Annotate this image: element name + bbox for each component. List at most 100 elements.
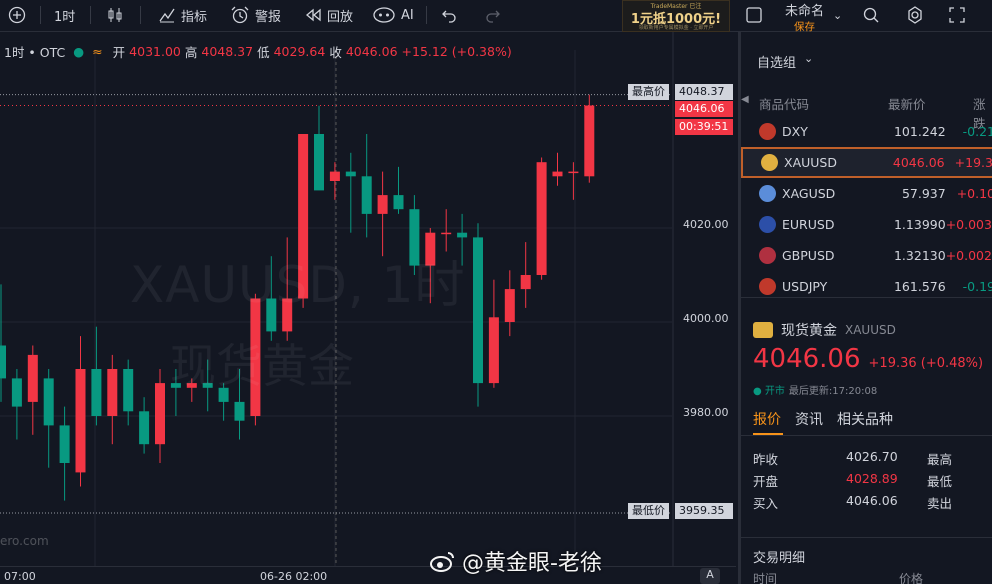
interval-label: 1时 bbox=[54, 9, 76, 25]
candle-body bbox=[11, 378, 22, 407]
promo-banner[interactable]: TradeMaster 已注 1元抵1000元! 领取新用户专属模拟金 · 立即… bbox=[622, 0, 730, 32]
watchlist-selector[interactable]: 自选组 ⌄ bbox=[757, 52, 813, 71]
candle-body bbox=[91, 369, 102, 416]
watchlist-row[interactable]: DXY 101.242 -0.21 bbox=[741, 116, 992, 147]
tab-related[interactable]: 相关品种 bbox=[837, 409, 893, 429]
flag-icon bbox=[759, 216, 776, 233]
x-tick: 07:00 bbox=[4, 570, 36, 583]
ai-label: AI bbox=[401, 7, 414, 23]
candle-body bbox=[123, 369, 134, 412]
ai-button[interactable]: AI bbox=[372, 4, 414, 26]
detail-price-block: 4046.06 +19.36 (+0.48%) bbox=[753, 344, 983, 374]
indicators-label: 指标 bbox=[181, 9, 208, 25]
brand-watermark: ero.com bbox=[0, 534, 49, 548]
settings-button[interactable] bbox=[905, 4, 925, 26]
legend-open-label: 开 bbox=[112, 45, 126, 60]
fullscreen-button[interactable] bbox=[948, 4, 966, 26]
weibo-handle: @黄金眼-老徐 bbox=[462, 551, 602, 576]
quick-search-button[interactable] bbox=[862, 4, 880, 26]
detail-price: 4046.06 bbox=[753, 344, 861, 374]
candle-body bbox=[488, 317, 499, 384]
legend-symbol: 1时 • OTC bbox=[4, 45, 66, 60]
last-updated: 最后更新:17:20:08 bbox=[788, 386, 878, 397]
quote-row: 买入 4046.06 卖出 bbox=[753, 493, 992, 513]
row-last: 101.242 bbox=[893, 124, 946, 139]
undo-button[interactable] bbox=[440, 4, 458, 26]
candle-body bbox=[139, 411, 150, 445]
row-last: 57.937 bbox=[901, 186, 946, 201]
row-symbol: XAUUSD bbox=[784, 155, 837, 170]
layout-name[interactable]: 未命名 保存 bbox=[782, 0, 827, 34]
interval-button[interactable]: 1时 bbox=[54, 4, 75, 26]
chevron-down-icon: ⌄ bbox=[833, 8, 843, 22]
row-chg: +19.3 bbox=[954, 155, 992, 170]
candle-body bbox=[520, 275, 531, 290]
y-tick: 4000.00 bbox=[683, 312, 729, 325]
search-icon bbox=[863, 7, 879, 23]
detail-header: 现货黄金 XAUUSD bbox=[753, 320, 896, 340]
legend-high-label: 高 bbox=[184, 45, 198, 60]
quote-label: 昨收 bbox=[753, 452, 779, 467]
legend-change: +15.12 (+0.38%) bbox=[401, 44, 512, 59]
quote-value: 4046.06 bbox=[846, 493, 898, 508]
quote-row: 开盘 4028.89 最低 bbox=[753, 471, 992, 491]
last-price-value: 4046.06 bbox=[675, 101, 733, 117]
undo-icon bbox=[442, 10, 456, 23]
quote-label: 开盘 bbox=[753, 474, 779, 489]
watchlist-row[interactable]: GBPUSD 1.32130+0.0023 bbox=[741, 240, 992, 271]
robot-icon bbox=[373, 7, 395, 23]
watchlist-header: ◀ 商品代码 最新价 涨跌 bbox=[741, 94, 992, 131]
time-axis[interactable]: 07:00 06-26 02:00 A bbox=[0, 566, 736, 584]
watchlist-row[interactable]: EURUSD 1.13990+0.0030 bbox=[741, 209, 992, 240]
layout-button[interactable] bbox=[745, 4, 763, 26]
redo-button[interactable] bbox=[484, 4, 502, 26]
fullscreen-icon bbox=[949, 7, 965, 23]
flag-icon bbox=[761, 154, 778, 171]
bar-countdown: 00:39:51 bbox=[675, 119, 733, 135]
layout-name-label: 未命名 bbox=[784, 4, 824, 19]
tab-news[interactable]: 资讯 bbox=[795, 409, 823, 429]
candle-body bbox=[314, 134, 324, 191]
add-symbol-button[interactable] bbox=[8, 4, 26, 26]
candle-body bbox=[361, 176, 372, 214]
wave-icon: ≈ bbox=[92, 44, 103, 59]
replay-button[interactable]: 回放 bbox=[304, 4, 353, 26]
row-last: 1.13990 bbox=[893, 217, 946, 232]
watchlist-title: 自选组 bbox=[757, 56, 797, 71]
gold-bar-icon bbox=[753, 322, 773, 338]
plus-circle-icon bbox=[8, 6, 26, 24]
candle-body bbox=[27, 354, 38, 402]
candle-body bbox=[568, 171, 579, 174]
quote-label: 最高 bbox=[927, 452, 953, 467]
alerts-button[interactable]: 警报 bbox=[230, 4, 281, 26]
candle-body bbox=[457, 232, 468, 238]
row-last: 1.32130 bbox=[893, 248, 946, 263]
row-chg: -0.21 bbox=[962, 124, 992, 139]
layout-menu-button[interactable]: ⌄ bbox=[833, 4, 842, 26]
redo-icon bbox=[486, 10, 500, 23]
flag-icon bbox=[759, 278, 776, 295]
candle-body bbox=[504, 289, 515, 322]
col-symbol[interactable]: 商品代码 bbox=[759, 94, 809, 113]
row-symbol: EURUSD bbox=[782, 217, 835, 232]
chart-watermark-name: 现货黄金 bbox=[170, 339, 354, 393]
high-price-value: 4048.37 bbox=[675, 84, 733, 100]
watchlist-row[interactable]: XAGUSD 57.937 +0.10 bbox=[741, 178, 992, 209]
chart-type-button[interactable] bbox=[106, 4, 124, 26]
auto-scale-button[interactable]: A bbox=[700, 568, 720, 584]
row-chg: -0.19 bbox=[962, 279, 992, 294]
quote-value: 4028.89 bbox=[846, 471, 898, 486]
row-symbol: GBPUSD bbox=[782, 248, 835, 263]
candle-body bbox=[393, 195, 404, 210]
watchlist-row[interactable]: XAUUSD 4046.06 +19.3 bbox=[741, 147, 992, 178]
quote-value: 4026.70 bbox=[846, 449, 898, 464]
row-symbol: DXY bbox=[782, 124, 808, 139]
col-last[interactable]: 最新价 bbox=[888, 94, 926, 113]
flag-icon bbox=[759, 247, 776, 264]
collapse-triangle-icon: ◀ bbox=[741, 94, 749, 105]
trades-col-time: 时间 bbox=[753, 572, 778, 584]
chart-watermark-symbol: XAUUSD, 1时 bbox=[130, 256, 466, 314]
chevron-down-icon: ⌄ bbox=[804, 52, 814, 65]
indicators-button[interactable]: 指标 bbox=[158, 4, 207, 26]
tab-quote[interactable]: 报价 bbox=[753, 409, 781, 429]
